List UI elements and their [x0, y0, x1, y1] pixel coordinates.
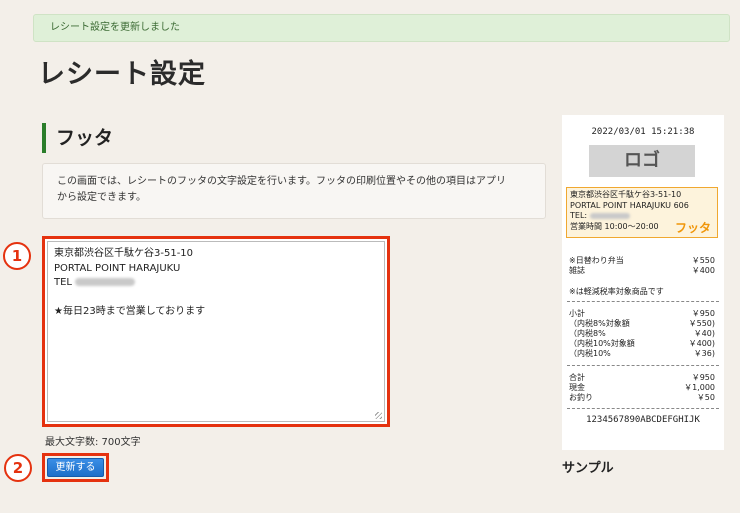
- section-description: この画面では、レシートのフッタの文字設定を行います。フッタの印刷位置やその他の項…: [42, 163, 546, 219]
- receipt-total-row: （内税8%対象額 ￥550): [569, 319, 715, 328]
- section-title: フッタ: [42, 123, 113, 153]
- textarea-line: PORTAL POINT HARAJUKU: [54, 262, 181, 274]
- receipt-barcode-text: 1234567890ABCDEFGHIJK: [586, 415, 700, 425]
- tel-label: TEL: [54, 277, 72, 288]
- receipt-total-row: （内税10%対象額 ￥400): [569, 339, 715, 348]
- textarea-line: [54, 291, 378, 306]
- sample-label: サンプル: [562, 461, 614, 476]
- success-flash-message: レシート設定を更新しました: [33, 14, 730, 42]
- receipt-divider: [567, 301, 719, 302]
- redacted-phone: [589, 212, 630, 219]
- receipt-footer-line: 東京都渋谷区千駄ケ谷3-51-10: [570, 190, 682, 199]
- receipt-footer-line: PORTAL POINT HARAJUKU 606: [570, 200, 689, 210]
- receipt-preview: 2022/03/01 15:21:38 ロゴ 東京都渋谷区千駄ケ谷3-51-10…: [562, 115, 724, 450]
- textarea-line: 東京都渋谷区千駄ケ谷3-51-10: [54, 248, 194, 259]
- annotation-badge-1: 1: [3, 242, 31, 270]
- receipt-item-row: ※日替わり弁当 ￥550: [569, 256, 715, 265]
- receipt-payment-row: 合計 ￥950: [569, 373, 715, 382]
- footer-text-textarea[interactable]: 東京都渋谷区千駄ケ谷3-51-10 PORTAL POINT HARAJUKU …: [47, 241, 385, 422]
- receipt-total-row: （内税8% ￥40): [569, 329, 715, 338]
- receipt-total-row: 小計 ￥950: [569, 309, 715, 318]
- receipt-item-row: 雑誌 ￥400: [569, 266, 715, 275]
- receipt-tax-note: ※は軽減税率対象商品です: [569, 287, 664, 296]
- update-button[interactable]: 更新する: [47, 458, 104, 477]
- annotation-badge-2: 2: [4, 454, 32, 482]
- footer-textarea-highlight: 東京都渋谷区千駄ケ谷3-51-10 PORTAL POINT HARAJUKU …: [42, 236, 390, 427]
- resize-grip-icon[interactable]: [375, 412, 382, 419]
- receipt-divider: [567, 365, 719, 366]
- textarea-line: ★毎日23時まで営業しております: [54, 306, 206, 317]
- description-line: この画面では、レシートのフッタの文字設定を行います。フッタの印刷位置やその他の項…: [57, 176, 506, 187]
- receipt-logo-placeholder: ロゴ: [589, 145, 695, 177]
- receipt-footer-line: TEL:: [570, 211, 714, 222]
- footer-tag-label: フッタ: [674, 220, 711, 235]
- textarea-line: TEL: [54, 276, 378, 291]
- receipt-payment-row: 現金 ￥1,000: [569, 383, 715, 392]
- page-title: レシート設定: [38, 59, 206, 90]
- redacted-phone: [75, 278, 136, 286]
- max-chars-label: 最大文字数: 700文字: [45, 437, 141, 448]
- receipt-total-row: （内税10% ￥36): [569, 349, 715, 358]
- receipt-divider: [567, 408, 719, 409]
- receipt-footer-area: 東京都渋谷区千駄ケ谷3-51-10 PORTAL POINT HARAJUKU …: [566, 187, 718, 238]
- update-button-highlight: 更新する: [42, 453, 109, 482]
- receipt-tel-label: TEL:: [570, 211, 588, 220]
- receipt-payment-row: お釣り ￥50: [569, 393, 715, 402]
- description-line: から設定できます。: [57, 192, 146, 203]
- receipt-datetime: 2022/03/01 15:21:38: [591, 127, 695, 137]
